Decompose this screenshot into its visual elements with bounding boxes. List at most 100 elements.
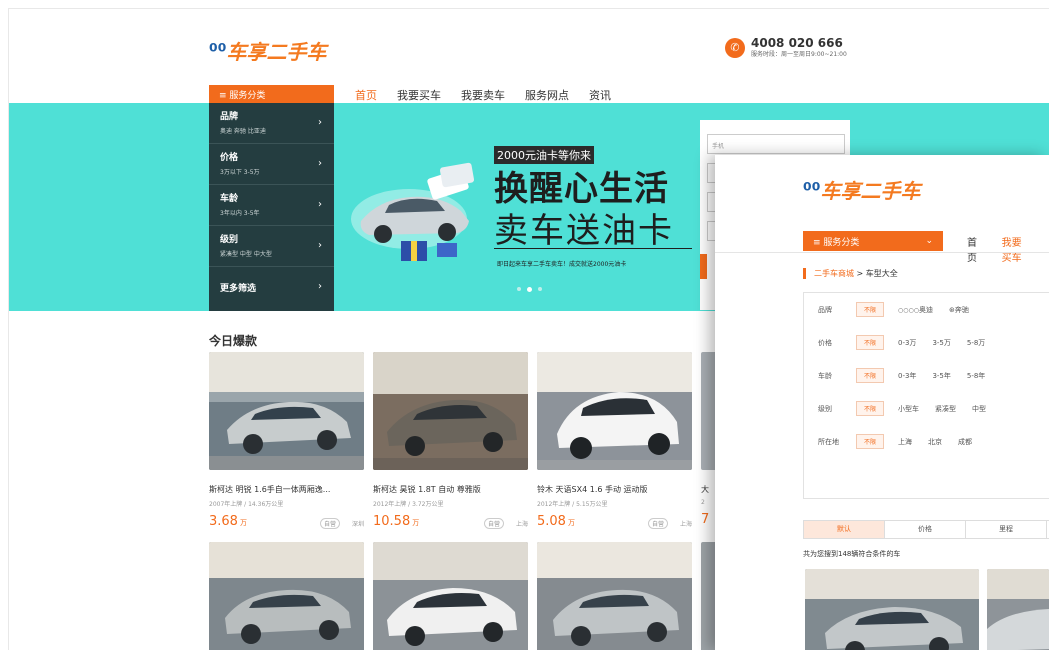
carousel-dot-active[interactable] bbox=[527, 287, 532, 292]
sidebar-item-title: 级别 bbox=[220, 235, 239, 245]
service-category-button[interactable]: ≡ 服务分类 bbox=[209, 85, 334, 103]
filter-option[interactable]: 0-3万 bbox=[898, 338, 916, 348]
filter-option[interactable]: 上海 bbox=[898, 437, 912, 447]
submit-button[interactable] bbox=[700, 254, 707, 279]
car-card[interactable]: 铃木 天语SX4 1.6 手动 运动版 2012年上牌 / 5.15万公里 5.… bbox=[537, 352, 692, 529]
sidebar-item-sub: 3万以下 3-5万 bbox=[220, 169, 260, 176]
filter-option-label: 奥迪 bbox=[918, 305, 933, 314]
divider bbox=[715, 252, 1049, 253]
car-price: 5.08 bbox=[537, 514, 566, 529]
filter-option[interactable]: 3-5年 bbox=[932, 371, 950, 381]
promo-subline: 卖车送油卡 bbox=[494, 211, 674, 251]
sidebar-item-level[interactable]: 级别 紧凑型 中型 中大型 › bbox=[209, 226, 334, 267]
filter-option[interactable]: 中型 bbox=[972, 404, 986, 414]
self-operated-badge: 自营 bbox=[319, 518, 340, 529]
model-list-page-overlay: ⁰⁰ 车享二手车 ≡ 服务分类 ⌄ 首页 我要买车 二手车商城 > 车型大全 品… bbox=[715, 155, 1049, 650]
nav-home[interactable]: 首页 bbox=[355, 87, 377, 103]
car-price: 3.68 bbox=[209, 514, 238, 529]
car-name[interactable]: 斯柯达 昊锐 1.8T 自动 尊雅版 bbox=[373, 484, 528, 495]
nav-service[interactable]: 服务网点 bbox=[525, 87, 569, 103]
promo-divider bbox=[494, 248, 692, 249]
chevron-right-icon: › bbox=[318, 240, 322, 251]
nav-sell[interactable]: 我要卖车 bbox=[461, 87, 505, 103]
service-phone: ✆ 4008 020 666 服务时段：周一至周日9:00~21:00 bbox=[725, 37, 847, 58]
car-photo[interactable] bbox=[537, 352, 692, 470]
car-sub: 2012年上牌 / 3.72万公里 bbox=[373, 501, 444, 508]
filter-option[interactable]: ○○○○奥迪 bbox=[898, 305, 933, 315]
filter-option[interactable]: 成都 bbox=[958, 437, 972, 447]
banner-car-illustration bbox=[351, 162, 475, 261]
filter-label: 所在地 bbox=[818, 437, 839, 446]
car-photo[interactable] bbox=[537, 542, 692, 650]
car-sub: 2007年上牌 / 14.36万公里 bbox=[209, 501, 284, 508]
sidebar-item-price[interactable]: 价格 3万以下 3-5万 › bbox=[209, 144, 334, 185]
chevron-right-icon: › bbox=[318, 199, 322, 210]
self-operated-badge: 自营 bbox=[647, 518, 668, 529]
filter-option[interactable]: 北京 bbox=[928, 437, 942, 447]
phone-input[interactable]: 手机 bbox=[707, 134, 845, 154]
breadcrumb-current: > 车型大全 bbox=[854, 269, 898, 278]
car-photo[interactable] bbox=[805, 569, 979, 650]
filter-option[interactable]: 5-8万 bbox=[967, 338, 985, 348]
self-operated-badge: 自营 bbox=[483, 518, 504, 529]
result-count: 共为您搜到148辆符合条件的车 bbox=[803, 550, 901, 558]
filter-option[interactable]: ⊛奔驰 bbox=[949, 305, 969, 315]
filter-unlimited[interactable]: 不限 bbox=[856, 368, 884, 383]
car-sub: 2012年上牌 / 5.15万公里 bbox=[537, 501, 608, 508]
nav-news[interactable]: 资讯 bbox=[589, 87, 611, 103]
site-logo[interactable]: ⁰⁰ 车享二手车 bbox=[209, 36, 327, 65]
sort-default[interactable]: 默认 bbox=[804, 521, 885, 538]
filter-option[interactable]: 5-8年 bbox=[967, 371, 985, 381]
car-photo[interactable] bbox=[373, 352, 528, 470]
filter-unlimited[interactable]: 不限 bbox=[856, 335, 884, 350]
sidebar-item-title: 品牌 bbox=[220, 112, 239, 122]
nav-home[interactable]: 首页 bbox=[967, 234, 980, 264]
nav-buy[interactable]: 我要买车 bbox=[397, 87, 441, 103]
car-photo[interactable] bbox=[209, 542, 364, 650]
filter-row-brand: 品牌 不限 ○○○○奥迪 ⊛奔驰 bbox=[804, 293, 1049, 326]
filter-option[interactable]: 小型车 bbox=[898, 404, 919, 414]
site-logo[interactable]: ⁰⁰ 车享二手车 bbox=[803, 175, 921, 204]
sidebar-item-title: 车龄 bbox=[220, 194, 239, 204]
car-city: 上海 bbox=[515, 521, 528, 528]
price-unit: 万 bbox=[412, 519, 420, 527]
filter-unlimited[interactable]: 不限 bbox=[856, 401, 884, 416]
filter-option[interactable]: 0-3年 bbox=[898, 371, 916, 381]
filter-label: 品牌 bbox=[818, 305, 832, 314]
main-nav: 首页 我要买车 我要卖车 服务网点 资讯 bbox=[355, 87, 631, 103]
car-city: 上海 bbox=[679, 521, 692, 528]
price-unit: 万 bbox=[239, 519, 247, 527]
sidebar-item-brand[interactable]: 品牌 奥迪 奔驰 比亚迪 › bbox=[209, 103, 334, 144]
car-card[interactable]: 斯柯达 昊锐 1.8T 自动 尊雅版 2012年上牌 / 3.72万公里 10.… bbox=[373, 352, 528, 529]
logo-mark: ⁰⁰ bbox=[803, 177, 821, 202]
section-title: 今日爆款 bbox=[209, 334, 258, 348]
filter-row-age: 车龄 不限 0-3年 3-5年 5-8年 bbox=[804, 359, 1049, 392]
breadcrumb: 二手车商城 > 车型大全 bbox=[803, 268, 898, 279]
breadcrumb-link[interactable]: 二手车商城 bbox=[814, 269, 854, 278]
overlay-nav: 首页 我要买车 bbox=[967, 234, 1049, 264]
nav-buy[interactable]: 我要买车 bbox=[1002, 234, 1027, 264]
carousel-dot[interactable] bbox=[538, 287, 542, 291]
car-photo[interactable] bbox=[209, 352, 364, 470]
car-name[interactable]: 铃木 天语SX4 1.6 手动 运动版 bbox=[537, 484, 692, 495]
sort-price[interactable]: 价格 bbox=[885, 521, 966, 538]
filter-unlimited[interactable]: 不限 bbox=[856, 434, 884, 449]
chevron-right-icon: › bbox=[318, 117, 322, 128]
carousel-dot[interactable] bbox=[517, 287, 521, 291]
filter-option[interactable]: 3-5万 bbox=[932, 338, 950, 348]
filter-option[interactable]: 紧凑型 bbox=[935, 404, 956, 414]
category-sidebar: 品牌 奥迪 奔驰 比亚迪 › 价格 3万以下 3-5万 › 车龄 3年以内 3-… bbox=[209, 103, 334, 311]
car-city: 深圳 bbox=[351, 521, 364, 528]
sort-bar: 默认 价格 里程 bbox=[803, 520, 1049, 539]
category-label: ≡ 服务分类 bbox=[813, 237, 860, 248]
car-photo[interactable] bbox=[987, 569, 1049, 650]
filter-unlimited[interactable]: 不限 bbox=[856, 302, 884, 317]
car-name[interactable]: 斯柯达 明锐 1.6手自一体两厢逸... bbox=[209, 484, 364, 495]
carousel-dots bbox=[517, 287, 542, 292]
service-category-button[interactable]: ≡ 服务分类 ⌄ bbox=[803, 231, 943, 251]
car-photo[interactable] bbox=[373, 542, 528, 650]
sidebar-item-more[interactable]: 更多筛选 › bbox=[209, 267, 334, 308]
car-card[interactable]: 斯柯达 明锐 1.6手自一体两厢逸... 2007年上牌 / 14.36万公里 … bbox=[209, 352, 364, 529]
sort-mileage[interactable]: 里程 bbox=[966, 521, 1047, 538]
sidebar-item-age[interactable]: 车龄 3年以内 3-5年 › bbox=[209, 185, 334, 226]
